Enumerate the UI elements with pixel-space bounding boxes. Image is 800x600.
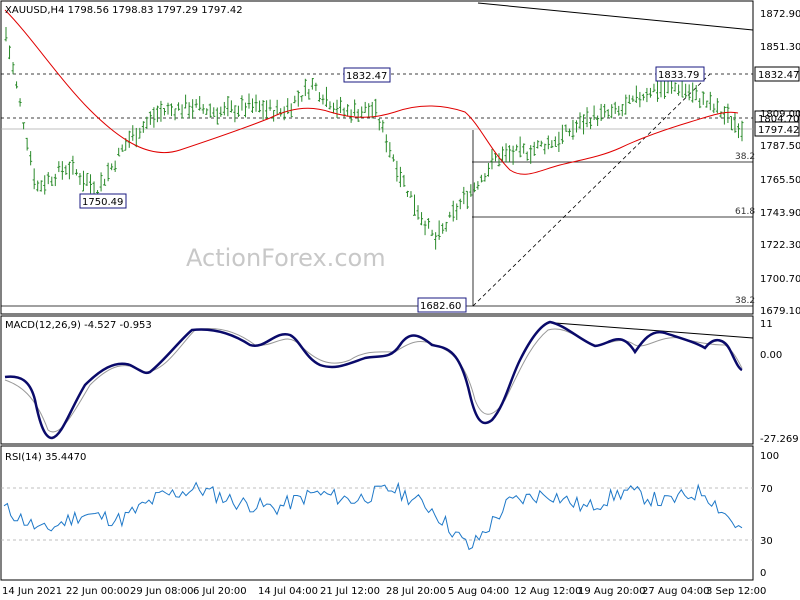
macd-panel-frame xyxy=(0,315,754,445)
rsi-tick: 70 xyxy=(760,484,773,495)
watermark: ActionForex.com xyxy=(186,244,386,272)
price-y-axis: 1872.90 1851.30 1809.00 1787.50 1765.50 … xyxy=(760,9,800,317)
price-tick: 1679.10 xyxy=(760,306,800,317)
price-tick: 1787.50 xyxy=(760,141,800,152)
x-tick: 14 Jul 04:00 xyxy=(258,586,318,597)
rsi-y-axis: 100 70 30 0 xyxy=(760,451,779,579)
x-tick: 6 Jul 20:00 xyxy=(193,586,247,597)
x-tick: 14 Jun 2021 xyxy=(2,586,62,597)
rsi-tick: 30 xyxy=(760,536,773,547)
x-tick: 12 Aug 12:00 xyxy=(514,586,581,597)
macd-tick: -27.269 xyxy=(760,434,799,445)
price-tick: 1765.50 xyxy=(760,175,800,186)
low-label-1: 1750.49 xyxy=(82,197,123,208)
high-label-1: 1832.47 xyxy=(346,71,387,82)
price-header: XAUUSD,H4 1798.56 1798.83 1797.29 1797.4… xyxy=(5,5,243,16)
price-tick: 1851.30 xyxy=(760,42,800,53)
price-tag-last: 1797.42 xyxy=(758,125,799,136)
high-label-2: 1833.79 xyxy=(658,70,699,81)
x-tick: 19 Aug 20:00 xyxy=(578,586,645,597)
price-tick: 1700.70 xyxy=(760,274,800,285)
rsi-tick: 0 xyxy=(760,568,766,579)
x-tick: 21 Jul 12:00 xyxy=(320,586,380,597)
macd-tick: 11 xyxy=(760,319,773,330)
macd-tick: 0.00 xyxy=(760,350,782,361)
price-tag-1832: 1832.47 xyxy=(758,70,799,81)
fib-label-38-bottom: 38.2 xyxy=(735,296,755,306)
x-tick: 29 Jun 08:00 xyxy=(130,586,194,597)
x-tick: 22 Jun 00:00 xyxy=(66,586,130,597)
x-tick: 5 Aug 04:00 xyxy=(448,586,509,597)
x-axis: 14 Jun 2021 22 Jun 00:00 29 Jun 08:00 6 … xyxy=(2,586,766,597)
rsi-tick: 100 xyxy=(760,451,779,462)
macd-y-axis: 11 0.00 -27.269 xyxy=(760,319,799,445)
fib-label-61: 61.8 xyxy=(735,207,755,217)
price-tick: 1809.00 xyxy=(760,109,800,120)
chart-canvas: ActionForex.com 1832.47 1804.70 1797.42 … xyxy=(0,0,800,597)
rsi-header: RSI(14) 35.4470 xyxy=(5,452,86,463)
x-tick: 3 Sep 12:00 xyxy=(706,586,766,597)
low-label-2: 1682.60 xyxy=(420,301,461,312)
x-tick: 28 Jul 20:00 xyxy=(386,586,446,597)
price-tick: 1722.30 xyxy=(760,240,800,251)
price-tick: 1743.90 xyxy=(760,208,800,219)
x-tick: 27 Aug 04:00 xyxy=(642,586,709,597)
macd-header: MACD(12,26,9) -4.527 -0.953 xyxy=(5,320,152,331)
fib-label-38-top: 38.2 xyxy=(735,152,755,162)
price-tick: 1872.90 xyxy=(760,9,800,20)
rsi-panel-frame xyxy=(0,445,754,581)
